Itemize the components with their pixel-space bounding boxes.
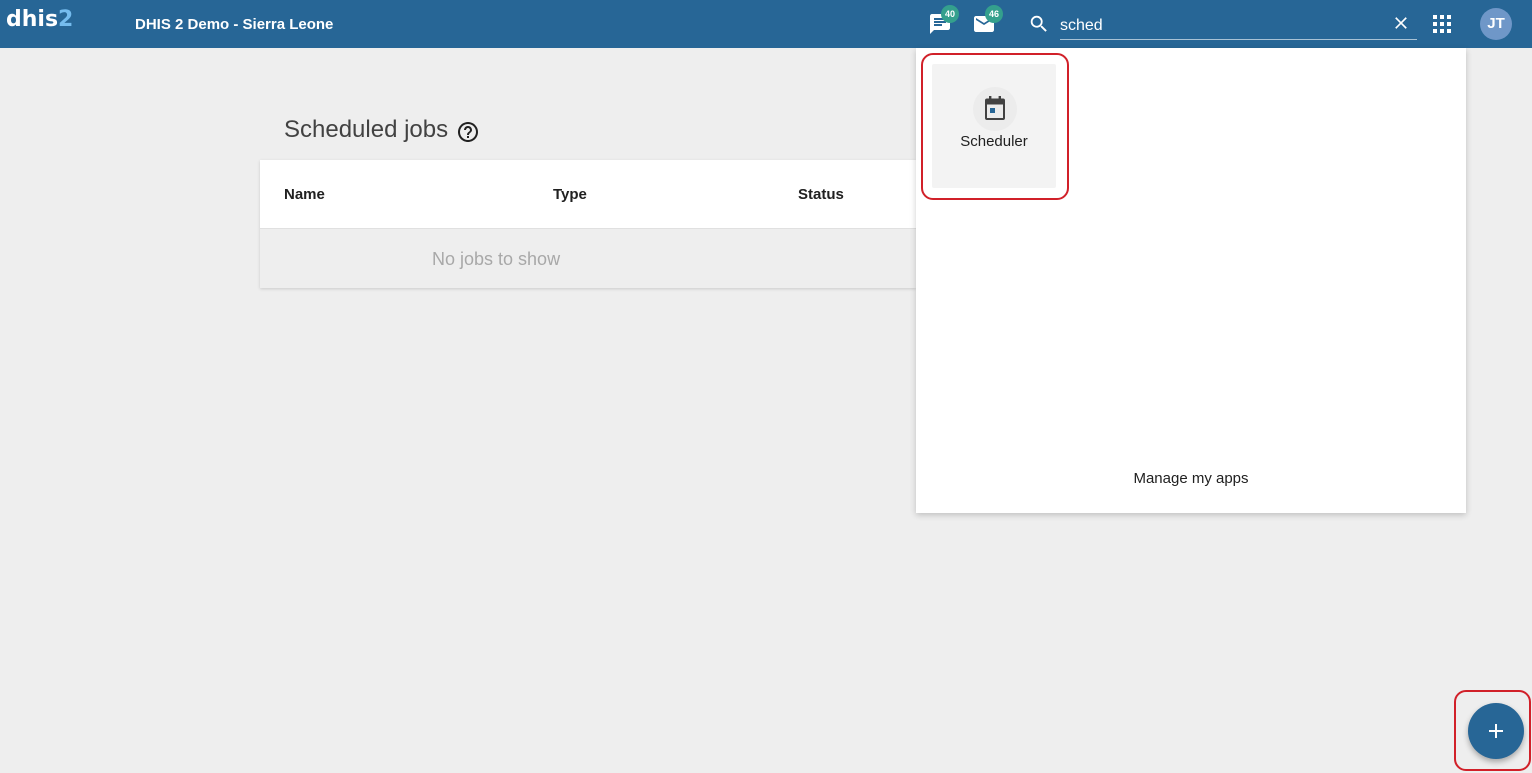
dhis2-logo[interactable]: dhis2 bbox=[6, 7, 73, 32]
apps-grid-icon[interactable] bbox=[1433, 15, 1451, 33]
user-avatar[interactable]: JT bbox=[1480, 8, 1512, 40]
search-icon bbox=[1030, 15, 1047, 32]
top-header-bar: dhis2 DHIS 2 Demo - Sierra Leone 40 46 J… bbox=[0, 0, 1532, 48]
empty-table-row: No jobs to show bbox=[260, 228, 916, 288]
close-icon[interactable] bbox=[1391, 13, 1411, 33]
highlight-annotation bbox=[921, 53, 1069, 200]
column-header-name[interactable]: Name bbox=[284, 186, 325, 203]
column-header-type[interactable]: Type bbox=[553, 186, 587, 203]
app-search-input[interactable] bbox=[1060, 12, 1417, 40]
logo-digit: 2 bbox=[58, 7, 74, 32]
interpretations-count-badge: 40 bbox=[941, 5, 959, 23]
logo-text: dhis bbox=[6, 7, 59, 32]
instance-title: DHIS 2 Demo - Sierra Leone bbox=[135, 16, 334, 33]
manage-my-apps-link[interactable]: Manage my apps bbox=[916, 470, 1466, 487]
page-title: Scheduled jobs bbox=[284, 116, 449, 143]
messages-count-badge: 46 bbox=[985, 5, 1003, 23]
help-circle-icon[interactable] bbox=[456, 120, 480, 144]
highlight-annotation bbox=[1454, 690, 1531, 771]
empty-message: No jobs to show bbox=[432, 249, 561, 269]
apps-menu-dropdown: Scheduler Manage my apps bbox=[916, 48, 1466, 513]
column-header-status[interactable]: Status bbox=[798, 186, 844, 203]
